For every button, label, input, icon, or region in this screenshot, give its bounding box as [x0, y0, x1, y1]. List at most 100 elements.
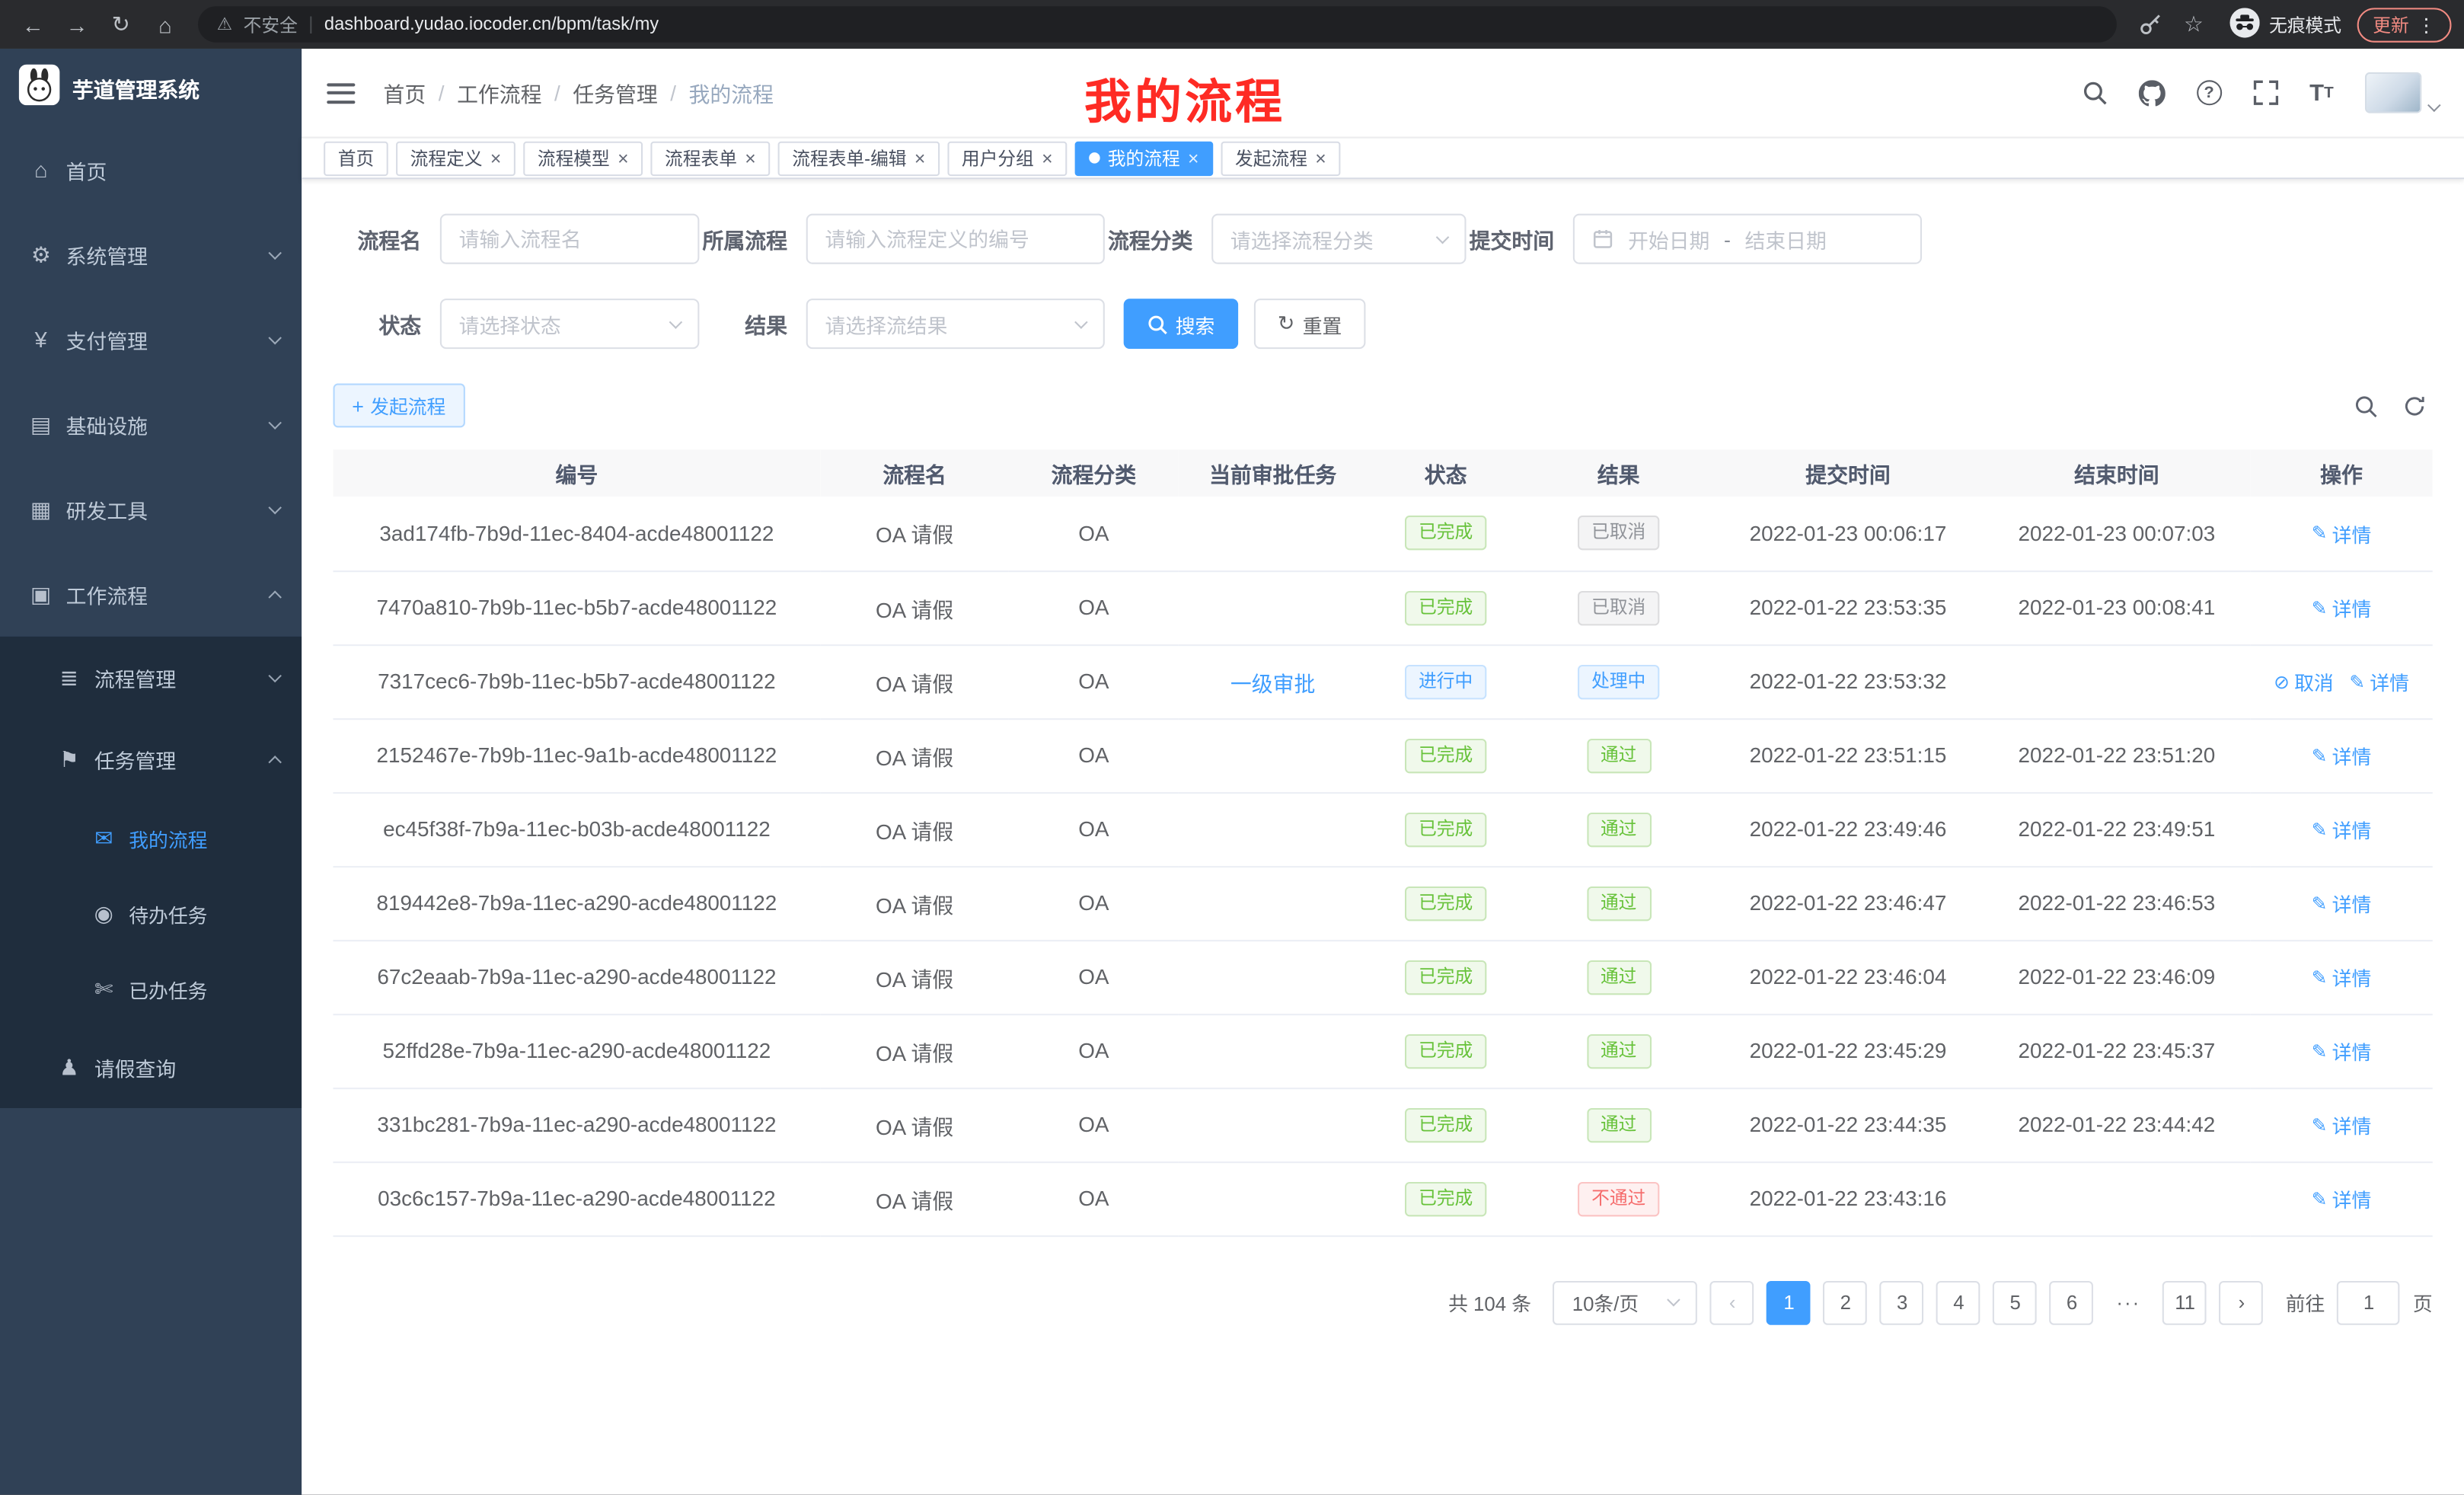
detail-link[interactable]: ✎详情: [2312, 962, 2372, 992]
sidebar-item[interactable]: ✄已办任务: [0, 951, 302, 1027]
search-button[interactable]: 搜索: [1124, 299, 1239, 349]
cell-task: [1179, 1088, 1368, 1161]
category-select[interactable]: 请选择流程分类: [1211, 214, 1466, 264]
sidebar-item[interactable]: ◉待办任务: [0, 876, 302, 951]
next-page-button[interactable]: ›: [2220, 1280, 2264, 1324]
tab-label: 流程定义: [410, 145, 483, 171]
breadcrumb-item[interactable]: 任务管理: [573, 77, 657, 108]
refresh-icon[interactable]: [2403, 394, 2427, 417]
sidebar-item[interactable]: ⚑任务管理: [0, 718, 302, 800]
tab[interactable]: 首页: [324, 141, 388, 175]
detail-link[interactable]: ✎详情: [2312, 814, 2372, 844]
fullscreen-icon[interactable]: [2253, 80, 2278, 105]
status-tag: 通过: [1586, 886, 1651, 920]
cell-name: OA 请假: [820, 940, 1009, 1014]
task-link[interactable]: 一级审批: [1230, 672, 1315, 695]
detail-link[interactable]: ✎详情: [2312, 740, 2372, 770]
prev-page-button[interactable]: ‹: [1710, 1280, 1754, 1324]
search-icon[interactable]: [2354, 394, 2378, 417]
home-icon[interactable]: ⌂: [145, 4, 186, 45]
close-icon[interactable]: ×: [1042, 149, 1052, 168]
search-icon[interactable]: [2082, 80, 2107, 105]
forward-icon[interactable]: →: [56, 4, 97, 45]
page-button[interactable]: 2: [1824, 1280, 1868, 1324]
tab[interactable]: 流程模型×: [523, 141, 643, 175]
screen: ← → ↻ ⌂ ⚠ 不安全 | dashboard.yudao.iocoder.…: [0, 0, 2464, 1495]
result-select[interactable]: 请选择流结果: [806, 299, 1105, 349]
avatar[interactable]: [2365, 72, 2421, 113]
process-definition-input[interactable]: [806, 214, 1105, 264]
address-bar[interactable]: ⚠ 不安全 | dashboard.yudao.iocoder.cn/bpm/t…: [198, 6, 2117, 42]
key-icon[interactable]: [2129, 4, 2170, 45]
menu-dots-icon[interactable]: ⋮: [2417, 14, 2436, 36]
reset-button[interactable]: ↻ 重置: [1254, 299, 1365, 349]
cell-end-time: 2022-01-22 23:46:09: [1983, 940, 2250, 1014]
cell-id: 67c2eaab-7b9a-11ec-a290-acde48001122: [334, 940, 821, 1014]
sidebar-item[interactable]: ▦研发工具: [0, 467, 302, 551]
sidebar-item[interactable]: ♟请假查询: [0, 1027, 302, 1108]
page-button[interactable]: 1: [1767, 1280, 1811, 1324]
status-tag: 已完成: [1404, 1033, 1486, 1068]
page-button[interactable]: 3: [1880, 1280, 1924, 1324]
goto-page-input[interactable]: [2338, 1280, 2401, 1324]
tab-label: 首页: [338, 145, 374, 171]
cell-submit-time: 2022-01-23 00:06:17: [1713, 497, 1984, 570]
page-button[interactable]: 6: [2050, 1280, 2094, 1324]
sidebar-item[interactable]: ⚙系统管理: [0, 212, 302, 297]
tab[interactable]: 流程表单×: [650, 141, 770, 175]
tab[interactable]: 流程定义 ×: [396, 141, 515, 175]
close-icon[interactable]: ×: [745, 149, 755, 168]
font-size-icon[interactable]: TT: [2309, 79, 2334, 106]
detail-link[interactable]: ✎详情: [2312, 1036, 2372, 1065]
reload-icon[interactable]: ↻: [101, 4, 142, 45]
close-icon[interactable]: ×: [490, 149, 501, 168]
incognito-icon: [2229, 7, 2259, 41]
detail-link[interactable]: ✎详情: [2312, 1184, 2372, 1213]
hamburger-icon[interactable]: [327, 82, 355, 103]
detail-link[interactable]: ✎详情: [2312, 1110, 2372, 1139]
close-icon[interactable]: ×: [914, 149, 925, 168]
tab[interactable]: 流程表单-编辑×: [778, 141, 940, 175]
page-button[interactable]: 4: [1937, 1280, 1981, 1324]
sidebar-item[interactable]: ▤基础设施: [0, 382, 302, 466]
status-tag: 通过: [1586, 1107, 1651, 1142]
user-menu[interactable]: [2365, 72, 2439, 113]
status-select[interactable]: 请选择状态: [440, 299, 700, 349]
tab[interactable]: 我的流程×: [1074, 141, 1213, 175]
table-row: 7317cec6-7b9b-11ec-b5b7-acde48001122OA 请…: [334, 644, 2433, 718]
update-button[interactable]: 更新 ⋮: [2357, 7, 2452, 41]
date-range-picker[interactable]: 开始日期 - 结束日期: [1573, 214, 1922, 264]
detail-link[interactable]: ✎详情: [2349, 666, 2409, 696]
sidebar-item[interactable]: ✉我的流程: [0, 800, 302, 875]
help-icon[interactable]: ?: [2197, 80, 2222, 105]
close-icon[interactable]: ×: [1188, 149, 1198, 168]
back-icon[interactable]: ←: [13, 4, 54, 45]
github-icon[interactable]: [2138, 79, 2165, 106]
breadcrumb-item[interactable]: 工作流程: [457, 77, 541, 108]
page-size-select[interactable]: 10条/页: [1553, 1280, 1698, 1324]
tab[interactable]: 发起流程×: [1221, 141, 1340, 175]
star-icon[interactable]: ☆: [2173, 4, 2214, 45]
table-row: 52ffd28e-7b9a-11ec-a290-acde48001122OA 请…: [334, 1014, 2433, 1088]
close-icon[interactable]: ×: [1315, 149, 1326, 168]
sidebar-item[interactable]: ▣工作流程: [0, 551, 302, 636]
start-date-placeholder: 开始日期: [1628, 224, 1709, 254]
process-name-input[interactable]: [440, 214, 700, 264]
close-icon[interactable]: ×: [618, 149, 628, 168]
cell-end-time: 2022-01-23 00:08:41: [1983, 570, 2250, 644]
process-table: 编号流程名流程分类当前审批任务状态结果提交时间结束时间操作 3ad174fb-7…: [334, 449, 2433, 1236]
create-process-button[interactable]: + 发起流程: [334, 384, 465, 428]
sidebar-item-label: 基础设施: [66, 410, 148, 439]
detail-link[interactable]: ✎详情: [2312, 519, 2372, 548]
detail-link[interactable]: ✎详情: [2312, 888, 2372, 918]
breadcrumb-separator: /: [554, 81, 560, 104]
detail-link[interactable]: ✎详情: [2312, 593, 2372, 622]
breadcrumb-item[interactable]: 首页: [384, 77, 426, 108]
page-button[interactable]: 11: [2163, 1280, 2207, 1324]
sidebar-item[interactable]: ⌂首页: [0, 127, 302, 212]
cancel-link[interactable]: ⊘取消: [2274, 666, 2334, 696]
sidebar-item[interactable]: ¥支付管理: [0, 297, 302, 382]
sidebar-item[interactable]: ≣流程管理: [0, 637, 302, 718]
page-button[interactable]: 5: [1993, 1280, 2038, 1324]
tab[interactable]: 用户分组×: [947, 141, 1067, 175]
